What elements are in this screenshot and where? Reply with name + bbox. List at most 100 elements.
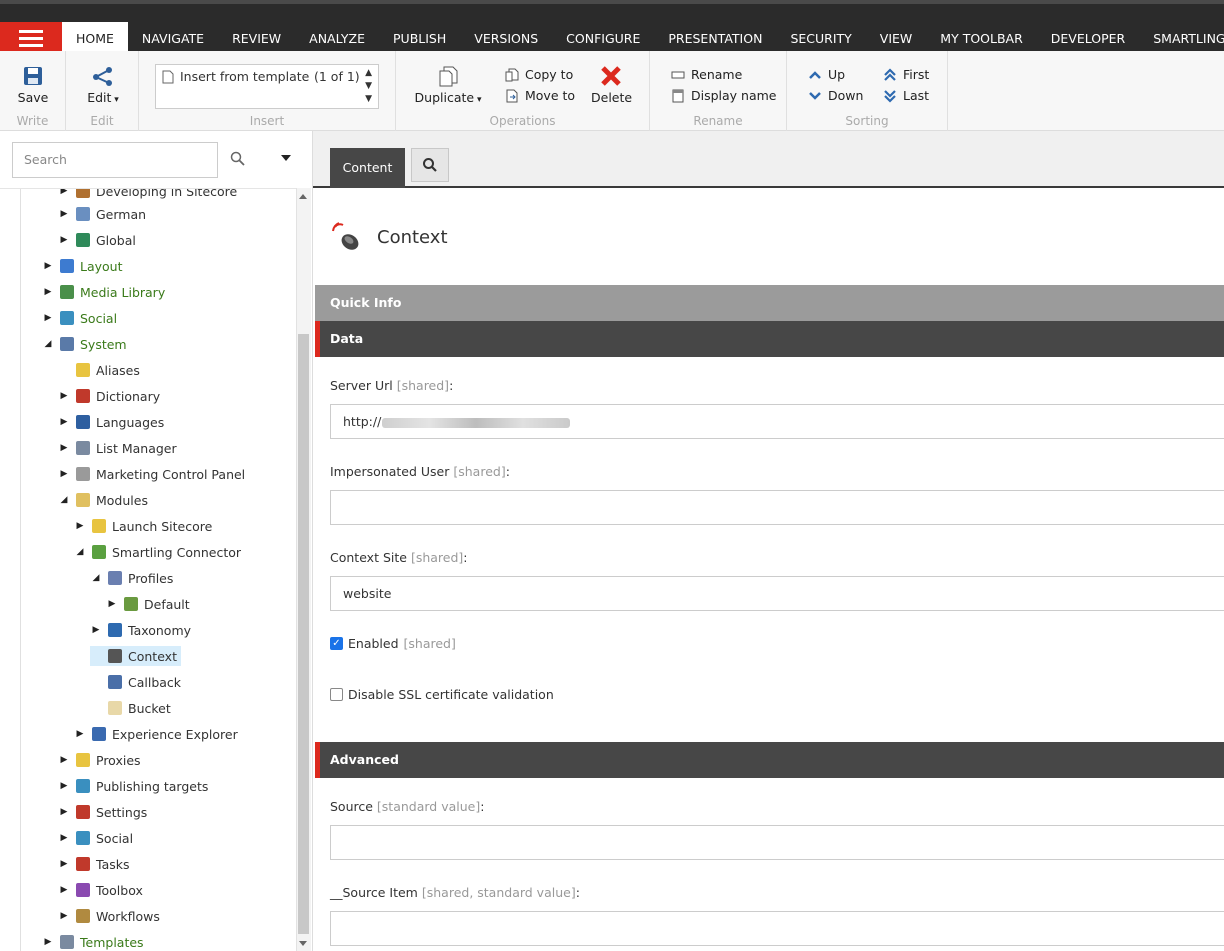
collapse-arrow-icon[interactable]: ◢ [42, 339, 54, 349]
tab-search[interactable] [411, 148, 449, 182]
tab-content[interactable]: Content [330, 148, 405, 188]
expand-arrow-icon[interactable]: ▶ [58, 209, 70, 219]
expand-arrow-icon[interactable]: ▶ [106, 599, 118, 609]
tree-item[interactable]: ▶ German [58, 204, 147, 224]
tree-item[interactable]: ▶ Workflows [58, 906, 160, 926]
expand-arrow-icon[interactable]: ▶ [58, 235, 70, 245]
tree-item-label: Toolbox [96, 882, 143, 898]
expand-arrow-icon[interactable]: ▶ [58, 859, 70, 869]
context-site-field[interactable]: website [330, 576, 1224, 611]
tree-item[interactable]: Aliases [58, 360, 140, 380]
tree-item[interactable]: ▶ Dictionary [58, 386, 161, 406]
scroll-up-arrow-icon[interactable] [299, 194, 307, 199]
expand-arrow-icon[interactable]: ▶ [90, 625, 102, 635]
advanced-section[interactable]: Advanced [315, 742, 1224, 778]
expand-arrow-icon[interactable]: ▶ [58, 807, 70, 817]
quick-info-section[interactable]: Quick Info [315, 285, 1224, 321]
server-url-field[interactable]: http:// [330, 404, 1224, 439]
expand-arrow-icon[interactable]: ▶ [42, 287, 54, 297]
checkbox-empty [330, 688, 343, 701]
expand-arrow-icon[interactable]: ▶ [42, 937, 54, 947]
source-item-label: __Source Item [shared, standard value]: [330, 885, 580, 900]
context-site-label: Context Site [shared]: [330, 550, 468, 565]
expand-arrow-icon[interactable]: ▶ [58, 755, 70, 765]
edit-button[interactable]: Edit ▾ [84, 65, 122, 105]
tree-item[interactable]: ◢ Modules [58, 490, 148, 510]
source-field[interactable] [330, 825, 1224, 860]
expand-arrow-icon[interactable]: ▶ [58, 833, 70, 843]
tree-item[interactable]: ▶ Social [42, 308, 118, 328]
tree-scrollbar-thumb[interactable] [298, 334, 309, 934]
collapse-arrow-icon[interactable]: ◢ [58, 495, 70, 505]
tree-item[interactable]: ▶ Tasks [58, 854, 130, 874]
expand-arrow-icon[interactable]: ▶ [58, 189, 70, 196]
expand-arrow-icon[interactable]: ▶ [58, 391, 70, 401]
rename-button[interactable]: Rename [671, 67, 742, 82]
tree-item[interactable]: ▶ Languages [58, 412, 165, 432]
tree-item[interactable]: ▶ Publishing targets [58, 776, 209, 796]
tree-item[interactable]: ▶ Media Library [42, 282, 166, 302]
delete-button[interactable]: Delete [591, 65, 632, 105]
expand-arrow-icon[interactable]: ▶ [74, 729, 86, 739]
tree-item[interactable]: Callback [90, 672, 181, 692]
expand-arrow-icon[interactable]: ▶ [42, 261, 54, 271]
expand-arrow-icon[interactable]: ▶ [58, 781, 70, 791]
insert-template-list[interactable]: Insert from template (1 of 1) ▲ ▼ ▼ [155, 64, 379, 109]
tree-item[interactable]: ▶ Default [106, 594, 190, 614]
expand-arrow-icon[interactable]: ▶ [58, 911, 70, 921]
tree-item[interactable]: Bucket [90, 698, 171, 718]
collapse-arrow-icon[interactable]: ◢ [74, 547, 86, 557]
last-button[interactable]: Last [883, 88, 929, 103]
tree-item[interactable]: ▶ Taxonomy [90, 620, 192, 640]
insert-scroll-arrows[interactable]: ▲ ▼ ▼ [365, 67, 372, 106]
tree-item[interactable]: ▶ Experience Explorer [74, 724, 238, 744]
down-button[interactable]: Down [808, 88, 863, 103]
tree-item[interactable]: ◢ System [42, 334, 127, 354]
tree-item[interactable]: ◢ Smartling Connector [74, 542, 242, 562]
tree-item[interactable]: ▶ Toolbox [58, 880, 143, 900]
expand-arrow-icon[interactable]: ▶ [74, 521, 86, 531]
impersonated-user-field[interactable] [330, 490, 1224, 525]
search-input[interactable]: Search [12, 142, 218, 178]
expand-arrow-icon[interactable]: ▶ [58, 417, 70, 427]
expand-arrow-icon[interactable]: ▶ [58, 443, 70, 453]
data-section[interactable]: Data [315, 321, 1224, 357]
scroll-down-arrow-icon[interactable] [299, 941, 307, 946]
tree-item[interactable]: ▶ Proxies [58, 750, 141, 770]
save-button[interactable]: Save [16, 65, 50, 105]
save-icon [24, 67, 42, 85]
expand-arrow-icon[interactable]: ▶ [58, 885, 70, 895]
tree-item[interactable]: ▶ Developing in Sitecore [58, 189, 237, 201]
tree-item-label: Social [96, 830, 134, 846]
tree-item[interactable]: ▶ Layout [42, 256, 123, 276]
tree-item[interactable]: ▶ Global [58, 230, 136, 250]
tree-item[interactable]: Context [90, 646, 181, 666]
up-button[interactable]: Up [808, 67, 845, 82]
copy-to-button[interactable]: Copy to [505, 67, 573, 82]
tree-item[interactable]: ▶ List Manager [58, 438, 177, 458]
move-to-button[interactable]: Move to [505, 88, 575, 103]
insert-from-template-item[interactable]: Insert from template [162, 69, 309, 84]
first-button[interactable]: First [883, 67, 929, 82]
display-name-button[interactable]: Display name [671, 88, 777, 103]
tree-item[interactable]: ▶ Marketing Control Panel [58, 464, 246, 484]
expand-arrow-icon[interactable]: ▶ [58, 469, 70, 479]
tree-item-icon [76, 493, 90, 507]
tree-item-label: Tasks [96, 856, 130, 872]
tree-item[interactable]: ▶ Settings [58, 802, 148, 822]
disable-ssl-checkbox[interactable]: Disable SSL certificate validation [330, 687, 554, 702]
tree-item-icon [108, 649, 122, 663]
tree-item-icon [76, 753, 90, 767]
display-name-icon [672, 89, 684, 102]
search-options-dropdown-icon[interactable] [281, 155, 291, 161]
tree-item[interactable]: ▶ Launch Sitecore [74, 516, 213, 536]
search-icon[interactable] [230, 151, 246, 167]
duplicate-button[interactable]: Duplicate ▾ [414, 65, 482, 105]
expand-arrow-icon[interactable]: ▶ [42, 313, 54, 323]
tree-item[interactable]: ▶ Templates [42, 932, 144, 951]
collapse-arrow-icon[interactable]: ◢ [90, 573, 102, 583]
tree-item[interactable]: ▶ Social [58, 828, 134, 848]
source-item-field[interactable] [330, 911, 1224, 946]
enabled-checkbox[interactable]: ✓ Enabled [shared] [330, 636, 456, 651]
tree-item[interactable]: ◢ Profiles [90, 568, 174, 588]
